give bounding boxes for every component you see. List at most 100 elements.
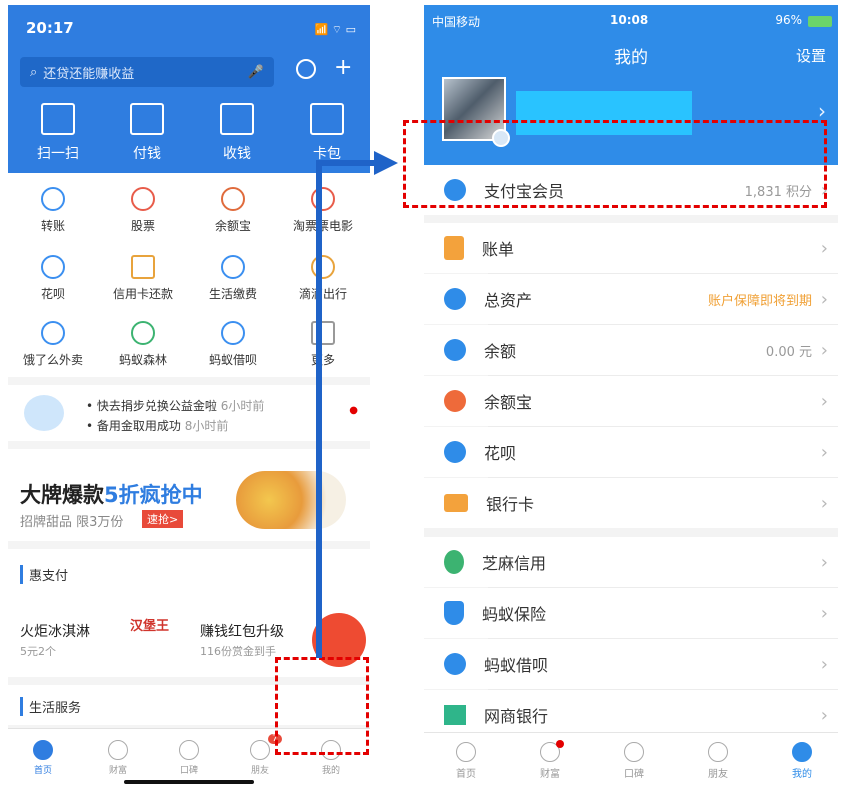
jiebei-icon <box>444 653 466 675</box>
grid-item-stocks[interactable]: 股票 <box>98 187 188 234</box>
menu-label: 蚂蚁保险 <box>482 605 547 624</box>
grid-item-utilities[interactable]: 生活缴费 <box>188 255 278 302</box>
grid-label: 转账 <box>40 219 65 233</box>
quick-label: 收钱 <box>223 146 251 162</box>
tab-friends[interactable]: 朋友 <box>688 742 748 780</box>
huabei-icon <box>41 255 65 279</box>
movie-icon <box>311 187 335 211</box>
friends-icon <box>708 742 728 762</box>
status-time: 10:08 <box>610 13 649 27</box>
burger-king-logo: 汉堡王 <box>130 619 170 634</box>
menu-item-bill[interactable]: 账单 › <box>424 223 838 273</box>
wealth-dot-badge <box>556 740 564 748</box>
menu-item-insurance[interactable]: 蚂蚁保险 › <box>424 588 838 638</box>
menu-item-zhima[interactable]: 芝麻信用 › <box>424 537 838 587</box>
scan-icon <box>41 103 75 135</box>
promo-title[interactable]: 火炬冰淇淋 <box>20 621 90 641</box>
tab-label: 首页 <box>456 769 476 780</box>
grid-label: 股票 <box>130 219 155 233</box>
tab-label: 朋友 <box>250 766 269 776</box>
quick-scan[interactable]: 扫一扫 <box>25 103 91 163</box>
person-icon <box>792 742 812 762</box>
grid-item-huabei[interactable]: 花呗 <box>8 255 98 302</box>
menu-label: 账单 <box>482 240 515 259</box>
banner-button[interactable]: 速抢> <box>142 510 184 528</box>
menu-item-bankcard[interactable]: 银行卡 › <box>424 478 838 528</box>
menu-item-jiebei[interactable]: 蚂蚁借呗 › <box>424 639 838 689</box>
tab-label: 朋友 <box>708 769 728 780</box>
tab-koubei[interactable]: 口碑 <box>159 740 219 776</box>
pay-code-icon <box>130 103 164 135</box>
chevron-right-icon: › <box>820 390 828 412</box>
section-title: 生活服务 <box>20 697 81 716</box>
grid-label: 滴滴出行 <box>298 287 347 301</box>
menu-item-balance[interactable]: 余额 0.00 元 › <box>424 325 838 375</box>
bank-card-icon <box>444 494 468 512</box>
yuan-coin-icon <box>444 339 466 361</box>
tab-label: 口碑 <box>179 766 198 776</box>
menu-label: 余额 <box>484 342 517 361</box>
grid-item-didi[interactable]: 滴滴出行 <box>278 255 368 302</box>
unread-dot-icon: ● <box>349 405 358 416</box>
menu-item-huabei[interactable]: 花呗 › <box>424 427 838 477</box>
tab-label: 财富 <box>540 769 560 780</box>
tab-home[interactable]: 首页 <box>436 742 496 780</box>
search-input[interactable]: ⌕ 还贷还能赚收益 🎤 <box>20 57 274 87</box>
battery-icon <box>808 16 832 27</box>
grid-label: 信用卡还款 <box>112 287 173 301</box>
mic-icon[interactable]: 🎤 <box>248 65 264 80</box>
menu-value: 账户保障即将到期 <box>707 293 812 309</box>
grid-item-transfer[interactable]: 转账 <box>8 187 98 234</box>
news-item: • 备用金取用成功 8小时前 <box>86 419 229 433</box>
quick-receive[interactable]: 收钱 <box>204 103 270 163</box>
chevron-right-icon: › <box>820 704 828 726</box>
settings-button[interactable]: 设置 <box>796 45 826 66</box>
tab-wealth[interactable]: 财富 <box>520 740 580 780</box>
highlight-member-row <box>403 120 827 208</box>
quick-label: 扫一扫 <box>37 146 79 162</box>
menu-item-yuebao[interactable]: 余额宝 › <box>424 376 838 426</box>
grid-item-card-repay[interactable]: 信用卡还款 <box>98 255 188 302</box>
grid-label: 生活缴费 <box>208 287 257 301</box>
menu-label: 蚂蚁借呗 <box>484 656 549 675</box>
page-title: 我的 <box>614 48 648 68</box>
tab-label: 我的 <box>321 766 340 776</box>
grid-label: 蚂蚁借呗 <box>208 353 257 367</box>
friends-icon <box>250 740 270 760</box>
tab-koubei[interactable]: 口碑 <box>604 742 664 780</box>
grid-label: 余额宝 <box>214 219 251 233</box>
highlight-mine-tab <box>275 657 369 755</box>
promo-subtitle: 5元2个 <box>20 645 56 658</box>
banner-title: 大牌爆款5折疯抢中 <box>20 479 203 509</box>
huabei-icon <box>444 441 466 463</box>
status-icons: 📶 ⌔ ▭ <box>314 23 356 36</box>
shield-icon <box>444 601 464 625</box>
grid-item-yuebao[interactable]: 余额宝 <box>188 187 278 234</box>
tab-home[interactable]: 首页 <box>13 740 73 776</box>
search-placeholder: 还贷还能赚收益 <box>43 66 135 82</box>
banner-highlight: 5折疯抢中 <box>104 483 203 507</box>
contacts-icon[interactable] <box>296 59 316 79</box>
promo-title[interactable]: 赚钱红包升级 <box>200 621 284 641</box>
tab-label: 口碑 <box>624 769 644 780</box>
tab-wealth[interactable]: 财富 <box>88 740 148 776</box>
tab-label: 我的 <box>792 769 812 780</box>
grid-item-forest[interactable]: 蚂蚁森林 <box>98 321 188 368</box>
grid-item-more[interactable]: 更多 <box>278 321 368 368</box>
banner-subtitle: 招牌甜品 限3万份 <box>20 515 124 530</box>
menu-label: 总资产 <box>484 291 533 310</box>
grid-item-jiebei[interactable]: 蚂蚁借呗 <box>188 321 278 368</box>
promo-subtitle: 116份赏金到手 <box>200 645 276 658</box>
chevron-right-icon: › <box>820 492 828 514</box>
grid-item-movie[interactable]: 淘票票电影 <box>278 187 368 234</box>
grid-label: 花呗 <box>40 287 65 301</box>
quick-cards[interactable]: 卡包 <box>294 103 360 163</box>
chevron-right-icon: › <box>820 653 828 675</box>
plus-icon[interactable]: + <box>334 55 352 80</box>
grid-label: 饿了么外卖 <box>22 353 83 367</box>
menu-item-assets[interactable]: 总资产 账户保障即将到期 › <box>424 274 838 324</box>
grid-item-eleme[interactable]: 饿了么外卖 <box>8 321 98 368</box>
eleme-icon <box>41 321 65 345</box>
tab-mine[interactable]: 我的 <box>772 742 832 780</box>
quick-pay[interactable]: 付钱 <box>114 103 180 163</box>
